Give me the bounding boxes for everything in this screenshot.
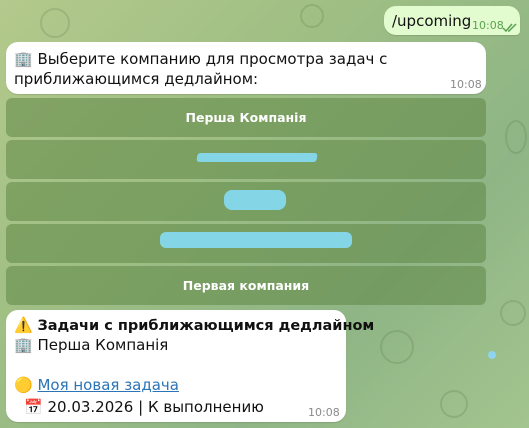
company-button-5[interactable]: Первая компания xyxy=(6,266,486,305)
outgoing-message: /upcoming 10:08 xyxy=(384,6,520,35)
warning-icon: ⚠️ xyxy=(14,316,33,334)
double-check-icon xyxy=(502,18,518,37)
office-building-icon: 🏢 xyxy=(14,50,33,68)
office-building-icon: 🏢 xyxy=(14,336,33,354)
task-due-status: 20.03.2026 | К выполнению xyxy=(47,398,264,416)
redaction-mark xyxy=(196,153,318,162)
company-button-1[interactable]: Перша Компанія xyxy=(6,98,486,137)
outgoing-message-time: 10:08 xyxy=(472,19,504,32)
tasks-title: Задачи с приближающимся дедлайном xyxy=(37,318,375,334)
background-doodle xyxy=(380,330,414,364)
background-doodle xyxy=(500,300,526,326)
company-button-1-label: Перша Компанія xyxy=(185,110,307,125)
upcoming-tasks-message: ⚠️ Задачи с приближающимся дедлайном 🏢 П… xyxy=(6,310,374,422)
background-doodle xyxy=(40,8,70,38)
company-button-5-label: Первая компания xyxy=(182,278,310,293)
task-link[interactable]: Моя новая задача xyxy=(37,376,179,394)
status-dot xyxy=(488,351,496,359)
prompt-text-line1: Выберите компанию для просмотра задач с xyxy=(37,50,388,68)
calendar-icon: 📅 xyxy=(24,398,43,416)
tasks-company-name: Перша Компанія xyxy=(37,336,169,354)
prompt-text-line2: приближающимся дедлайном: xyxy=(14,70,259,88)
background-doodle xyxy=(300,4,324,28)
background-doodle xyxy=(505,120,527,154)
prompt-message-time: 10:08 xyxy=(450,78,482,91)
redaction-mark xyxy=(160,232,352,248)
company-prompt-message: 🏢 Выберите компанию для просмотра задач … xyxy=(6,42,486,94)
background-doodle xyxy=(440,390,468,418)
tasks-message-time: 10:08 xyxy=(308,406,340,419)
yellow-circle-icon: 🟡 xyxy=(14,376,33,394)
outgoing-message-text: /upcoming xyxy=(392,12,472,30)
redaction-mark xyxy=(224,190,286,210)
